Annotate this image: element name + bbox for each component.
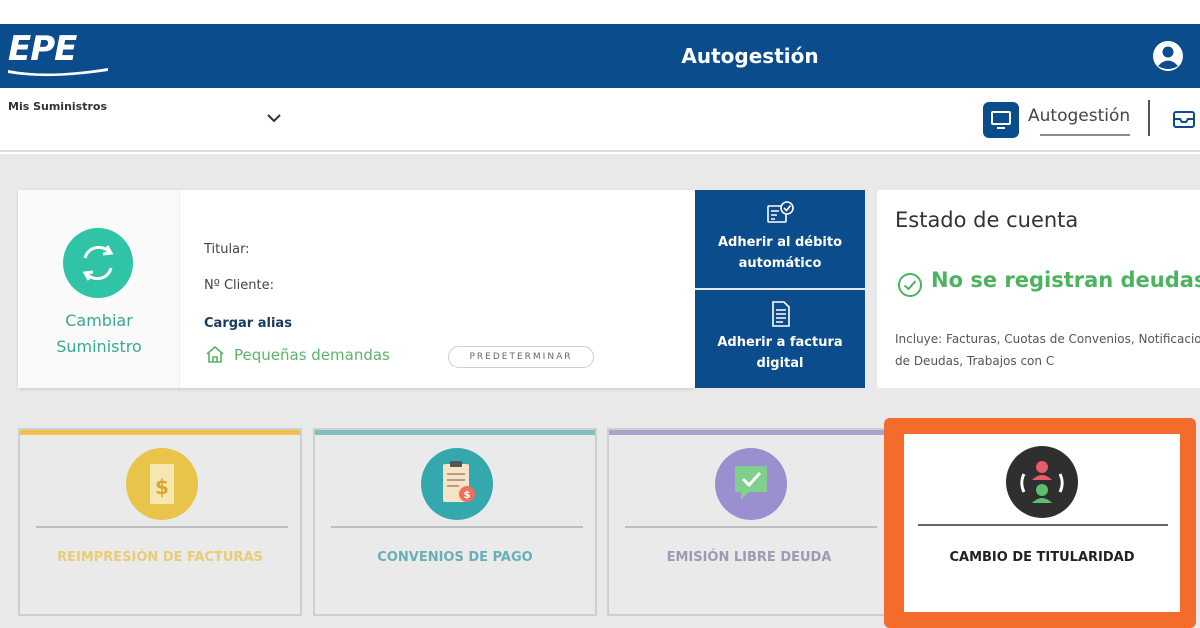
nav-active-underline: [1040, 134, 1130, 136]
sub-navigation: Mis Suministros Autogestión: [0, 88, 1200, 152]
supply-category: Pequeñas demandas: [234, 346, 390, 364]
supply-selector-label: Mis Suministros: [8, 100, 108, 113]
tile-label: CAMBIO DE TITULARIDAD: [949, 550, 1135, 565]
account-status-includes: Incluye: Facturas, Cuotas de Convenios, …: [895, 332, 1200, 368]
set-default-button[interactable]: PREDETERMINAR: [448, 346, 594, 368]
supply-card: Cambiar Suministro Titular: Nº Cliente: …: [18, 190, 695, 388]
digital-invoice-button[interactable]: Adherir a factura digital: [695, 290, 865, 388]
account-status-card: Estado de cuenta No se registran deudas …: [877, 190, 1200, 388]
tile-accent-bar: [315, 430, 595, 435]
document-check-icon: [767, 201, 794, 223]
tile-accent-bar: [20, 430, 300, 435]
inbox-icon[interactable]: [1172, 108, 1196, 130]
nav-separator: [1148, 100, 1150, 136]
client-number-label: Nº Cliente:: [204, 278, 274, 293]
holder-label: Titular:: [204, 242, 250, 257]
chat-check-icon: [715, 448, 787, 520]
content-area: Cambiar Suministro Titular: Nº Cliente: …: [0, 154, 1200, 628]
top-bar: EPE Autogestión: [0, 24, 1200, 88]
auto-debit-button[interactable]: Adherir al débito automático: [695, 190, 865, 288]
tile-change-ownership[interactable]: CAMBIO DE TITULARIDAD: [904, 434, 1180, 612]
tile-divider: [918, 524, 1168, 526]
tile-label: REIMPRESIÓN DE FACTURAS: [57, 550, 263, 565]
app-title: Autogestión: [681, 44, 819, 68]
tile-payment-agreements[interactable]: $ CONVENIOS DE PAGO: [313, 428, 597, 616]
clipboard-payment-icon: $: [421, 448, 493, 520]
monitor-icon[interactable]: [983, 102, 1019, 138]
action-buttons: Adherir al débito automático Adherir a f…: [695, 190, 865, 388]
change-supply-button[interactable]: Cambiar Suministro: [18, 190, 180, 388]
tile-divider: [331, 526, 583, 528]
svg-text:$: $: [464, 490, 471, 501]
home-icon: [206, 345, 224, 363]
tile-accent-bar: [609, 430, 889, 435]
tile-label: EMISIÓN LIBRE DEUDA: [666, 550, 832, 565]
svg-text:$: $: [155, 475, 169, 499]
user-circle-icon[interactable]: [1152, 40, 1184, 72]
load-alias-link[interactable]: Cargar alias: [204, 316, 292, 331]
tile-label: CONVENIOS DE PAGO: [377, 550, 533, 565]
digital-invoice-label: Adherir a factura digital: [717, 335, 843, 371]
change-supply-label: Cambiar Suministro: [56, 311, 142, 356]
account-status-value: No se registran deudas: [931, 268, 1200, 292]
chevron-down-icon[interactable]: [264, 110, 284, 126]
document-icon: [772, 301, 790, 327]
tile-divider: [36, 526, 288, 528]
auto-debit-label: Adherir al débito automático: [717, 235, 843, 271]
tile-divider: [625, 526, 877, 528]
check-circle-icon: [898, 273, 922, 297]
tile-debt-free-certificate[interactable]: EMISIÓN LIBRE DEUDA: [607, 428, 891, 616]
refresh-arrows-icon: [63, 228, 133, 298]
users-swap-icon: [1006, 446, 1078, 518]
invoice-dollar-icon: $: [126, 448, 198, 520]
tile-reprint-invoices[interactable]: $ REIMPRESIÓN DE FACTURAS: [18, 428, 302, 616]
nav-autogestion[interactable]: Autogestión: [1028, 106, 1130, 126]
account-status-title: Estado de cuenta: [895, 208, 1079, 232]
